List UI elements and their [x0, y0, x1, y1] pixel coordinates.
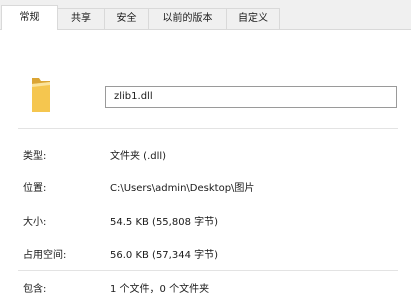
tab-previous-versions[interactable]: 以前的版本: [148, 8, 227, 29]
tab-customize[interactable]: 自定义: [226, 8, 280, 29]
size-on-disk-value: 56.0 KB (57,344 字节): [110, 250, 219, 261]
properties-panel: zlib1.dll 类型: 文件夹 (.dll) 位置: C:\Users\ad…: [0, 30, 411, 295]
contains-value: 1 个文件，0 个文件夹: [110, 284, 210, 295]
file-name-field[interactable]: zlib1.dll: [105, 86, 397, 108]
tab-bar: 常规 共享 安全 以前的版本 自定义: [0, 0, 411, 30]
contains-label: 包含:: [23, 284, 47, 295]
type-label: 类型:: [23, 151, 47, 162]
type-value: 文件夹 (.dll): [110, 151, 167, 162]
tab-sharing[interactable]: 共享: [57, 8, 105, 29]
size-label: 大小:: [23, 217, 47, 228]
folder-icon: [32, 78, 50, 112]
separator: [18, 270, 398, 271]
separator: [18, 128, 398, 129]
size-value: 54.5 KB (55,808 字节): [110, 217, 219, 228]
location-label: 位置:: [23, 183, 47, 194]
tab-general[interactable]: 常规: [1, 5, 58, 30]
size-on-disk-label: 占用空间:: [23, 250, 67, 261]
tab-security[interactable]: 安全: [104, 8, 149, 29]
location-value: C:\Users\admin\Desktop\图片: [110, 183, 255, 194]
